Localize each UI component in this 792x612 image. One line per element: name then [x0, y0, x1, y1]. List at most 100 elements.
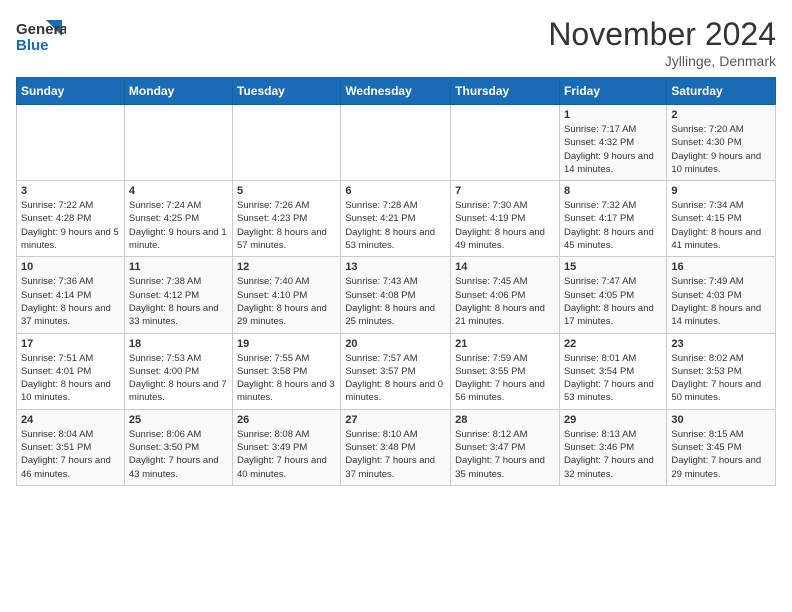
calendar-cell: [341, 105, 451, 181]
calendar-cell: 21 Sunrise: 7:59 AM Sunset: 3:55 PM Dayli…: [451, 333, 560, 409]
calendar-cell: 8 Sunrise: 7:32 AM Sunset: 4:17 PM Daylig…: [559, 181, 666, 257]
location: Jyllinge, Denmark: [548, 53, 776, 69]
col-header-monday: Monday: [124, 78, 232, 105]
day-info: Sunrise: 8:08 AM Sunset: 3:49 PM Dayligh…: [237, 428, 336, 481]
day-info: Sunrise: 7:49 AM Sunset: 4:03 PM Dayligh…: [671, 275, 771, 328]
day-number: 6: [345, 185, 446, 197]
svg-text:Blue: Blue: [16, 37, 49, 54]
day-info: Sunrise: 7:32 AM Sunset: 4:17 PM Dayligh…: [564, 199, 662, 252]
day-number: 5: [237, 185, 336, 197]
col-header-saturday: Saturday: [667, 78, 776, 105]
day-info: Sunrise: 7:20 AM Sunset: 4:30 PM Dayligh…: [671, 123, 771, 176]
calendar-cell: 6 Sunrise: 7:28 AM Sunset: 4:21 PM Daylig…: [341, 181, 451, 257]
calendar-cell: 14Sunrise: 7:45 AM Sunset: 4:06 PM Dayli…: [451, 257, 560, 333]
day-number: 29: [564, 414, 662, 426]
day-info: Sunrise: 8:02 AM Sunset: 3:53 PM Dayligh…: [671, 352, 771, 405]
calendar-cell: 25Sunrise: 8:06 AM Sunset: 3:50 PM Dayli…: [124, 409, 232, 485]
day-info: Sunrise: 7:40 AM Sunset: 4:10 PM Dayligh…: [237, 275, 336, 328]
day-number: 4: [129, 185, 228, 197]
day-number: 13: [345, 261, 446, 273]
day-info: Sunrise: 8:12 AM Sunset: 3:47 PM Dayligh…: [455, 428, 555, 481]
col-header-tuesday: Tuesday: [233, 78, 341, 105]
calendar-table: SundayMondayTuesdayWednesdayThursdayFrid…: [16, 77, 776, 486]
day-info: Sunrise: 7:47 AM Sunset: 4:05 PM Dayligh…: [564, 275, 662, 328]
day-number: 7: [455, 185, 555, 197]
calendar-cell: 26Sunrise: 8:08 AM Sunset: 3:49 PM Dayli…: [233, 409, 341, 485]
day-number: 8: [564, 185, 662, 197]
day-number: 16: [671, 261, 771, 273]
day-number: 20: [345, 338, 446, 350]
day-number: 27: [345, 414, 446, 426]
day-info: Sunrise: 7:22 AM Sunset: 4:28 PM Dayligh…: [21, 199, 120, 252]
day-number: 22: [564, 338, 662, 350]
day-number: 2: [671, 109, 771, 121]
calendar-week-5: 24 Sunrise: 8:04 AM Sunset: 3:51 PM Dayli…: [17, 409, 776, 485]
calendar-cell: 2 Sunrise: 7:20 AM Sunset: 4:30 PM Daylig…: [667, 105, 776, 181]
col-header-wednesday: Wednesday: [341, 78, 451, 105]
day-info: Sunrise: 7:26 AM Sunset: 4:23 PM Dayligh…: [237, 199, 336, 252]
calendar-cell: 15 Sunrise: 7:47 AM Sunset: 4:05 PM Dayli…: [559, 257, 666, 333]
calendar-cell: [17, 105, 125, 181]
day-info: Sunrise: 7:36 AM Sunset: 4:14 PM Dayligh…: [21, 275, 120, 328]
calendar-week-3: 10Sunrise: 7:36 AM Sunset: 4:14 PM Dayli…: [17, 257, 776, 333]
svg-text:General: General: [16, 21, 66, 38]
day-info: Sunrise: 7:17 AM Sunset: 4:32 PM Dayligh…: [564, 123, 662, 176]
calendar-cell: 30Sunrise: 8:15 AM Sunset: 3:45 PM Dayli…: [667, 409, 776, 485]
day-info: Sunrise: 7:53 AM Sunset: 4:00 PM Dayligh…: [129, 352, 228, 405]
calendar-cell: 11Sunrise: 7:38 AM Sunset: 4:12 PM Dayli…: [124, 257, 232, 333]
title-block: November 2024 Jyllinge, Denmark: [548, 16, 776, 69]
calendar-cell: 22 Sunrise: 8:01 AM Sunset: 3:54 PM Dayli…: [559, 333, 666, 409]
day-number: 3: [21, 185, 120, 197]
day-number: 21: [455, 338, 555, 350]
day-info: Sunrise: 8:04 AM Sunset: 3:51 PM Dayligh…: [21, 428, 120, 481]
calendar-cell: 5 Sunrise: 7:26 AM Sunset: 4:23 PM Daylig…: [233, 181, 341, 257]
col-header-sunday: Sunday: [17, 78, 125, 105]
day-info: Sunrise: 7:51 AM Sunset: 4:01 PM Dayligh…: [21, 352, 120, 405]
day-info: Sunrise: 8:13 AM Sunset: 3:46 PM Dayligh…: [564, 428, 662, 481]
calendar-cell: 3 Sunrise: 7:22 AM Sunset: 4:28 PM Daylig…: [17, 181, 125, 257]
calendar-cell: 10Sunrise: 7:36 AM Sunset: 4:14 PM Dayli…: [17, 257, 125, 333]
day-number: 12: [237, 261, 336, 273]
day-info: Sunrise: 8:06 AM Sunset: 3:50 PM Dayligh…: [129, 428, 228, 481]
day-number: 24: [21, 414, 120, 426]
day-number: 1: [564, 109, 662, 121]
day-info: Sunrise: 7:59 AM Sunset: 3:55 PM Dayligh…: [455, 352, 555, 405]
calendar-cell: 17 Sunrise: 7:51 AM Sunset: 4:01 PM Dayli…: [17, 333, 125, 409]
day-info: Sunrise: 8:01 AM Sunset: 3:54 PM Dayligh…: [564, 352, 662, 405]
page-header: GeneralBlue November 2024 Jyllinge, Denm…: [16, 16, 776, 69]
day-number: 11: [129, 261, 228, 273]
day-number: 18: [129, 338, 228, 350]
calendar-cell: 29 Sunrise: 8:13 AM Sunset: 3:46 PM Dayli…: [559, 409, 666, 485]
logo-svg: GeneralBlue: [16, 16, 66, 56]
day-info: Sunrise: 7:45 AM Sunset: 4:06 PM Dayligh…: [455, 275, 555, 328]
day-info: Sunrise: 7:30 AM Sunset: 4:19 PM Dayligh…: [455, 199, 555, 252]
calendar-week-4: 17 Sunrise: 7:51 AM Sunset: 4:01 PM Dayli…: [17, 333, 776, 409]
day-info: Sunrise: 7:57 AM Sunset: 3:57 PM Dayligh…: [345, 352, 446, 405]
calendar-cell: [124, 105, 232, 181]
calendar-cell: 20 Sunrise: 7:57 AM Sunset: 3:57 PM Dayli…: [341, 333, 451, 409]
calendar-cell: 23 Sunrise: 8:02 AM Sunset: 3:53 PM Dayli…: [667, 333, 776, 409]
day-number: 23: [671, 338, 771, 350]
calendar-cell: 24 Sunrise: 8:04 AM Sunset: 3:51 PM Dayli…: [17, 409, 125, 485]
calendar-cell: [233, 105, 341, 181]
calendar-cell: 18 Sunrise: 7:53 AM Sunset: 4:00 PM Dayli…: [124, 333, 232, 409]
calendar-cell: 1 Sunrise: 7:17 AM Sunset: 4:32 PM Daylig…: [559, 105, 666, 181]
day-info: Sunrise: 7:43 AM Sunset: 4:08 PM Dayligh…: [345, 275, 446, 328]
calendar-cell: 9Sunrise: 7:34 AM Sunset: 4:15 PM Daylig…: [667, 181, 776, 257]
day-info: Sunrise: 7:28 AM Sunset: 4:21 PM Dayligh…: [345, 199, 446, 252]
col-header-thursday: Thursday: [451, 78, 560, 105]
calendar-week-1: 1 Sunrise: 7:17 AM Sunset: 4:32 PM Daylig…: [17, 105, 776, 181]
month-title: November 2024: [548, 16, 776, 53]
calendar-cell: 7 Sunrise: 7:30 AM Sunset: 4:19 PM Daylig…: [451, 181, 560, 257]
calendar-header-row: SundayMondayTuesdayWednesdayThursdayFrid…: [17, 78, 776, 105]
calendar-week-2: 3 Sunrise: 7:22 AM Sunset: 4:28 PM Daylig…: [17, 181, 776, 257]
day-number: 19: [237, 338, 336, 350]
calendar-body: 1 Sunrise: 7:17 AM Sunset: 4:32 PM Daylig…: [17, 105, 776, 486]
day-info: Sunrise: 7:34 AM Sunset: 4:15 PM Dayligh…: [671, 199, 771, 252]
calendar-cell: 16 Sunrise: 7:49 AM Sunset: 4:03 PM Dayli…: [667, 257, 776, 333]
day-number: 15: [564, 261, 662, 273]
calendar-cell: 12 Sunrise: 7:40 AM Sunset: 4:10 PM Dayli…: [233, 257, 341, 333]
day-info: Sunrise: 7:55 AM Sunset: 3:58 PM Dayligh…: [237, 352, 336, 405]
col-header-friday: Friday: [559, 78, 666, 105]
day-number: 17: [21, 338, 120, 350]
